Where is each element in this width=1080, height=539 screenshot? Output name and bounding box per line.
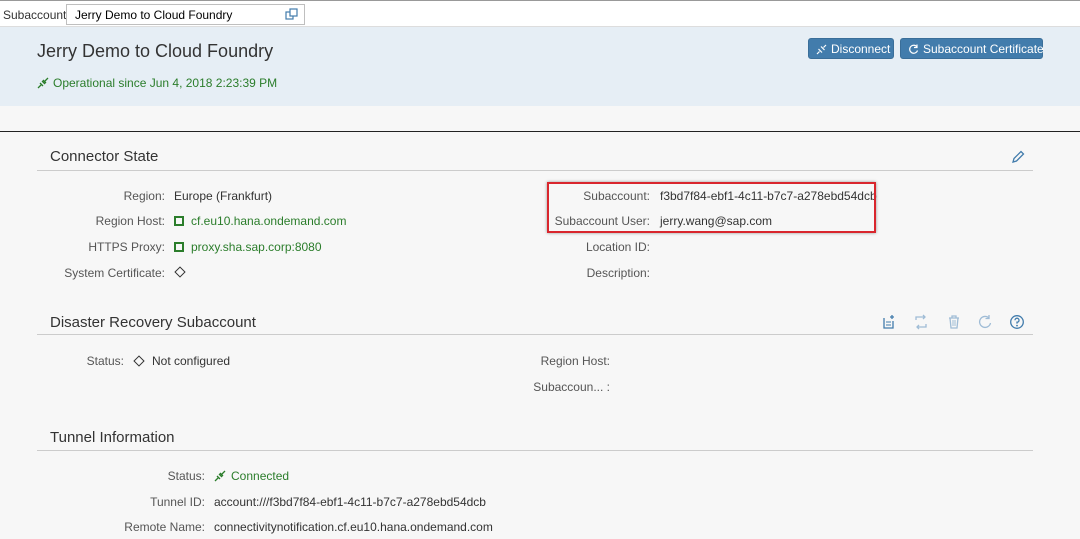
host-status-icon — [174, 216, 184, 226]
restore-icon[interactable] — [977, 314, 993, 330]
disaster-recovery-title: Disaster Recovery Subaccount — [50, 314, 256, 331]
dr-status-value-wrap: Not configured — [133, 354, 230, 368]
region-host-label: Region Host: — [95, 214, 165, 228]
help-icon[interactable] — [1009, 314, 1025, 330]
subaccount-selector[interactable]: Jerry Demo to Cloud Foundry — [66, 4, 305, 25]
subaccount-certificate-button[interactable]: Subaccount Certificate — [900, 38, 1044, 59]
diamond-status-icon — [133, 355, 145, 367]
remote-name-label: Remote Name: — [124, 520, 205, 534]
https-proxy-link[interactable]: proxy.sha.sap.corp:8080 — [174, 240, 322, 254]
tunnel-information-underline — [37, 450, 1033, 451]
edit-pencil-icon[interactable] — [1010, 149, 1026, 165]
description-label: Description: — [586, 266, 650, 280]
disconnect-icon — [816, 44, 827, 55]
https-proxy-value: proxy.sha.sap.corp:8080 — [191, 240, 322, 254]
connector-state-title: Connector State — [50, 148, 159, 165]
remote-name-value: connectivitynotification.cf.eu10.hana.on… — [214, 520, 493, 534]
dr-region-host-label: Region Host: — [540, 354, 610, 368]
page-title: Jerry Demo to Cloud Foundry — [37, 41, 274, 61]
tunnel-status-label: Status: — [167, 469, 205, 483]
connector-state-underline — [37, 170, 1033, 171]
connected-plug-icon — [37, 77, 49, 89]
system-certificate-status[interactable] — [174, 265, 186, 279]
diamond-status-icon — [174, 266, 186, 278]
divider — [0, 131, 1080, 132]
disconnect-button[interactable]: Disconnect — [808, 38, 894, 59]
region-host-value: cf.eu10.hana.ondemand.com — [191, 214, 347, 228]
dr-status-value: Not configured — [152, 354, 231, 368]
tunnel-id-value: account:///f3bd7f84-ebf1-4c11-b7c7-a278e… — [214, 495, 486, 509]
subaccount-certificate-label: Subaccount Certificate — [923, 42, 1044, 56]
dr-subaccount-label: Subaccoun... : — [533, 380, 610, 394]
refresh-icon — [909, 44, 919, 54]
sync-icon[interactable] — [913, 314, 929, 330]
disaster-recovery-underline — [37, 334, 1033, 335]
highlight-annotation — [547, 182, 876, 233]
operational-status: Operational since Jun 4, 2018 2:23:39 PM — [37, 76, 277, 90]
tunnel-status-value-wrap: Connected — [214, 469, 289, 483]
page-header: Jerry Demo to Cloud Foundry Operational … — [0, 27, 1080, 106]
region-label: Region: — [123, 189, 165, 203]
copy-icon[interactable] — [285, 8, 298, 21]
system-certificate-label: System Certificate: — [64, 266, 165, 280]
subaccount-label: Subaccount: — [3, 8, 70, 22]
location-id-label: Location ID: — [585, 240, 650, 254]
tunnel-information-title: Tunnel Information — [50, 429, 175, 446]
operational-status-text: Operational since Jun 4, 2018 2:23:39 PM — [53, 76, 278, 90]
connected-plug-icon — [214, 470, 226, 482]
https-proxy-label: HTTPS Proxy: — [88, 240, 165, 254]
subaccount-selector-value: Jerry Demo to Cloud Foundry — [75, 8, 233, 22]
proxy-status-icon — [174, 242, 184, 252]
dr-status-label: Status: — [86, 354, 124, 368]
delete-icon[interactable] — [946, 314, 962, 330]
add-document-icon[interactable] — [881, 314, 897, 330]
tunnel-id-label: Tunnel ID: — [150, 495, 205, 509]
region-value: Europe (Frankfurt) — [174, 189, 273, 203]
disconnect-button-label: Disconnect — [831, 42, 891, 56]
tunnel-status-value: Connected — [231, 469, 290, 483]
region-host-link[interactable]: cf.eu10.hana.ondemand.com — [174, 214, 346, 228]
subaccount-bar: Subaccount: Jerry Demo to Cloud Foundry — [0, 0, 1080, 27]
